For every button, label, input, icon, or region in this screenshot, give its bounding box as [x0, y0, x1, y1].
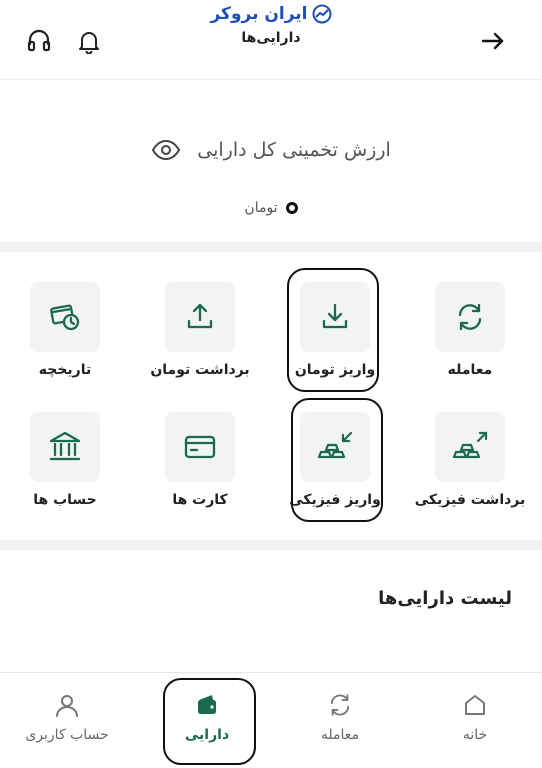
action-accounts[interactable]: حساب ها	[5, 412, 125, 508]
estimated-value-label: ارزش تخمینی کل دارایی	[197, 139, 391, 161]
asset-summary: ارزش تخمینی کل دارایی تومان	[0, 80, 542, 242]
arrow-right-icon[interactable]	[476, 24, 510, 58]
wallet-icon	[198, 695, 216, 714]
action-deposit-toman[interactable]: واریز تومان	[275, 282, 395, 378]
user-icon	[56, 695, 78, 717]
bottom-nav: خانه معامله دارایی حساب کاربری	[0, 672, 542, 768]
gold-withdraw-icon	[452, 431, 488, 459]
nav-account[interactable]: حساب کاربری	[12, 691, 122, 743]
action-label: برداشت فیزیکی	[414, 492, 526, 508]
nav-label: خانه	[462, 727, 488, 743]
brand-chart-icon	[312, 4, 332, 24]
action-history[interactable]: تاریخچه	[5, 282, 125, 378]
action-tile	[435, 282, 505, 352]
upload-icon	[187, 303, 213, 329]
action-label: کارت ها	[172, 492, 228, 508]
assets-list-title: لیست دارایی‌ها	[378, 588, 512, 609]
currency-label: تومان	[244, 200, 278, 216]
action-physical-withdraw[interactable]: برداشت فیزیکی	[410, 412, 530, 508]
action-tile	[435, 412, 505, 482]
bell-icon[interactable]	[72, 24, 106, 58]
nav-home[interactable]: خانه	[420, 691, 530, 743]
action-tile	[165, 412, 235, 482]
card-icon	[184, 435, 216, 459]
nav-label: دارایی	[184, 727, 230, 743]
action-trade[interactable]: معامله	[410, 282, 530, 378]
top-bar: ایران بروکر دارایی‌ها	[0, 0, 542, 80]
nav-trade[interactable]: معامله	[285, 691, 395, 743]
headset-icon[interactable]	[22, 24, 56, 58]
eye-icon[interactable]	[151, 138, 181, 162]
home-icon	[465, 695, 485, 715]
download-icon	[322, 303, 348, 329]
action-cards[interactable]: کارت ها	[140, 412, 260, 508]
exchange-icon	[458, 303, 482, 331]
action-tile	[300, 282, 370, 352]
action-label: برداشت تومان	[150, 362, 250, 378]
action-tile	[30, 282, 100, 352]
action-label: تاریخچه	[38, 362, 92, 378]
action-physical-deposit[interactable]: واریز فیزیکی	[275, 412, 395, 508]
estimated-value-row: ارزش تخمینی کل دارایی	[0, 138, 542, 162]
action-label: واریز فیزیکی	[289, 492, 381, 508]
action-tile	[30, 412, 100, 482]
section-divider	[0, 242, 542, 252]
section-divider	[0, 540, 542, 550]
exchange-icon	[330, 694, 350, 716]
history-icon	[50, 304, 80, 331]
nav-assets[interactable]: دارایی	[152, 691, 262, 743]
nav-label: معامله	[320, 727, 360, 743]
brand-name: ایران بروکر	[210, 4, 308, 24]
brand-logo: ایران بروکر	[0, 4, 542, 24]
action-label: معامله	[447, 362, 493, 378]
currency-selector[interactable]: تومان	[0, 200, 542, 216]
action-label: واریز تومان	[294, 362, 376, 378]
currency-radio[interactable]	[285, 202, 298, 214]
action-withdraw-toman[interactable]: برداشت تومان	[140, 282, 260, 378]
gold-deposit-icon	[317, 431, 353, 459]
action-tile	[300, 412, 370, 482]
actions-grid: معامله واریز تومان برداشت تومان تاریخچه …	[0, 252, 542, 540]
nav-label: حساب کاربری	[25, 727, 109, 743]
action-label: حساب ها	[33, 492, 97, 508]
action-tile	[165, 282, 235, 352]
bank-icon	[49, 431, 81, 461]
